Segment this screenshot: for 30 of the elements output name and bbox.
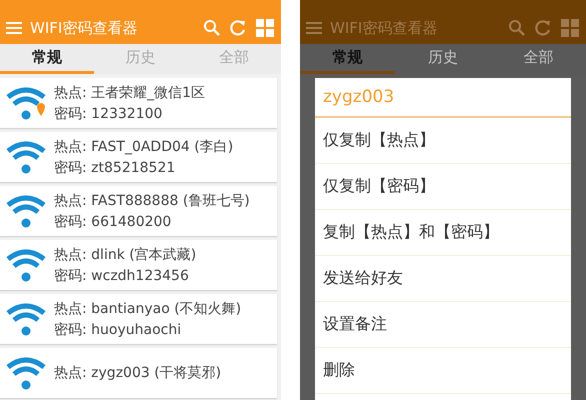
- wifi-row[interactable]: 热点: 王者荣耀_微信1区 密码: 12332100: [0, 78, 277, 128]
- wifi-row[interactable]: 热点: bantianyao (不知火舞) 密码: huoyuhaochi: [0, 294, 277, 344]
- wifi-row[interactable]: 热点: dlink (宫本武藏) 密码: wczdh123456: [0, 240, 277, 290]
- hotspot-text: 热点: 王者荣耀_微信1区: [54, 84, 206, 102]
- refresh-icon[interactable]: [534, 19, 552, 37]
- password-text: 密码: zt85218521: [54, 158, 176, 176]
- hotspot-text: 热点: FAST888888 (鲁班七号): [54, 192, 250, 210]
- password-text: 密码: wczdh123456: [54, 266, 190, 284]
- refresh-icon[interactable]: [229, 19, 247, 37]
- wifi-row[interactable]: 热点: FAST888888 (鲁班七号) 密码: 661480200: [0, 186, 277, 236]
- password-text: 密码: 12332100: [54, 104, 164, 122]
- search-icon[interactable]: [203, 19, 221, 37]
- grid-icon[interactable]: [255, 18, 275, 38]
- wifi-row[interactable]: 热点: zygz003 (干将莫邪): [0, 348, 277, 398]
- password-text: 密码: huoyuhaochi: [54, 320, 182, 338]
- hotspot-text: 热点: FAST_0ADD04 (李白): [54, 138, 234, 156]
- tab[interactable]: 历史: [395, 44, 491, 74]
- grid-icon[interactable]: [560, 18, 580, 38]
- hotspot-text: 热点: bantianyao (不知火舞): [54, 300, 242, 318]
- wifi-row[interactable]: 热点: FAST_0ADD04 (李白) 密码: zt85218521: [0, 132, 277, 182]
- menu-icon[interactable]: [6, 22, 22, 34]
- tab[interactable]: 全部: [490, 44, 586, 74]
- app-title: WIFI密码查看器: [330, 18, 438, 38]
- menu-icon[interactable]: [306, 22, 322, 34]
- tab[interactable]: 常规: [0, 44, 94, 74]
- search-icon[interactable]: [508, 19, 526, 37]
- app-title: WIFI密码查看器: [30, 18, 138, 38]
- password-text: 密码: 661480200: [54, 212, 172, 230]
- hotspot-text: 热点: dlink (宫本武藏): [54, 246, 196, 264]
- hotspot-text: 热点: zygz003 (干将莫邪): [54, 364, 222, 382]
